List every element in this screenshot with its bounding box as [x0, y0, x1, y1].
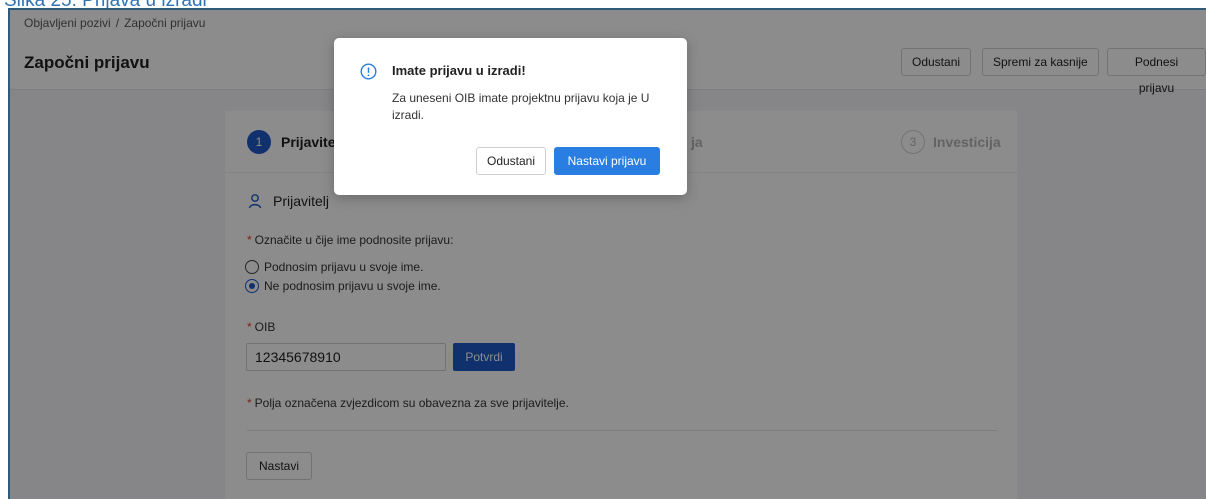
- info-circle-icon: [360, 63, 377, 80]
- continue-application-button[interactable]: Nastavi prijavu: [554, 147, 660, 175]
- app-window: Objavljeni pozivi / Započni prijavu Započn…: [8, 8, 1206, 499]
- dialog-message: Za uneseni OIB imate projektnu prijavu k…: [392, 91, 650, 122]
- in-progress-dialog: Imate prijavu u izradi! Za uneseni OIB i…: [334, 38, 687, 195]
- dialog-title: Imate prijavu u izradi!: [392, 63, 526, 78]
- dialog-cancel-button[interactable]: Odustani: [476, 147, 546, 175]
